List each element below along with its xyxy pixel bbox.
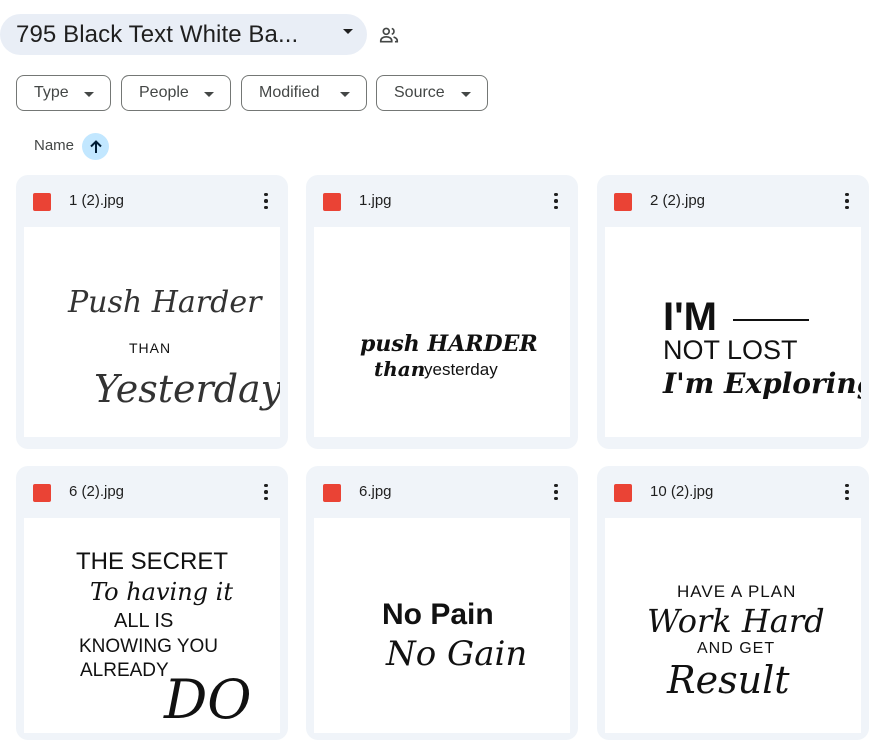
file-thumbnail: I'M NOT LOST I'm Exploring — [605, 227, 861, 437]
thumb-text: I'M — [663, 295, 717, 339]
filter-source[interactable]: Source — [376, 75, 488, 111]
card-header: 2 (2).jpg — [597, 175, 869, 227]
file-thumbnail: THE SECRET To having it ALL IS KNOWING Y… — [24, 518, 280, 733]
filter-type-label: Type — [34, 84, 69, 101]
file-card[interactable]: 1 (2).jpg Push Harder THAN Yesterday — [16, 175, 288, 449]
filter-source-label: Source — [394, 84, 445, 101]
file-card[interactable]: 2 (2).jpg I'M NOT LOST I'm Exploring — [597, 175, 869, 449]
image-file-icon — [323, 484, 341, 502]
thumb-text: yesterday — [424, 360, 498, 379]
file-name: 6 (2).jpg — [69, 483, 125, 500]
card-header: 10 (2).jpg — [597, 466, 869, 518]
file-thumbnail: push HARDER than yesterday — [314, 227, 570, 437]
folder-title: 795 Black Text White Ba... — [16, 20, 299, 48]
arrow-up-icon — [89, 139, 102, 153]
chevron-down-icon — [343, 29, 353, 34]
image-file-icon — [33, 484, 51, 502]
file-thumbnail: No Pain No Gain — [314, 518, 570, 733]
more-options-icon[interactable] — [837, 190, 857, 212]
file-thumbnail: HAVE A PLAN Work Hard AND GET Result — [605, 518, 861, 733]
thumb-text: No Pain — [382, 598, 494, 631]
more-options-icon[interactable] — [546, 481, 566, 503]
filter-modified-label: Modified — [259, 84, 320, 101]
thumb-text: DO — [164, 668, 252, 731]
thumb-text: AND GET — [697, 640, 776, 657]
more-options-icon[interactable] — [256, 190, 276, 212]
thumb-text: ALL IS — [114, 610, 174, 632]
file-thumbnail: Push Harder THAN Yesterday — [24, 227, 280, 437]
file-name: 1.jpg — [359, 192, 392, 209]
filter-modified[interactable]: Modified — [241, 75, 367, 111]
image-file-icon — [614, 484, 632, 502]
card-header: 6.jpg — [306, 466, 578, 518]
thumb-text: THAN — [129, 340, 172, 356]
file-card[interactable]: 6 (2).jpg THE SECRET To having it ALL IS… — [16, 466, 288, 740]
file-name: 10 (2).jpg — [650, 483, 714, 500]
chevron-down-icon — [204, 92, 214, 97]
thumb-text: KNOWING YOU — [79, 636, 218, 657]
card-header: 1.jpg — [306, 175, 578, 227]
thumb-text: To having it — [90, 578, 233, 606]
filter-type[interactable]: Type — [16, 75, 111, 111]
image-file-icon — [33, 193, 51, 211]
sort-by-name-label[interactable]: Name — [34, 137, 74, 154]
thumb-text: No Gain — [386, 634, 528, 674]
more-options-icon[interactable] — [546, 190, 566, 212]
folder-title-chip[interactable]: 795 Black Text White Ba... — [0, 14, 367, 55]
file-name: 2 (2).jpg — [650, 192, 706, 209]
chevron-down-icon — [340, 92, 350, 97]
thumb-text: THE SECRET — [76, 548, 229, 575]
thumb-text: Push Harder — [68, 285, 262, 320]
chevron-down-icon — [84, 92, 94, 97]
file-card[interactable]: 10 (2).jpg HAVE A PLAN Work Hard AND GET… — [597, 466, 869, 740]
image-file-icon — [614, 193, 632, 211]
thumb-text: I'm Exploring — [663, 367, 861, 400]
thumb-text: ALREADY — [80, 660, 169, 681]
card-header: 6 (2).jpg — [16, 466, 288, 518]
filter-people[interactable]: People — [121, 75, 231, 111]
thumb-text: Work Hard — [647, 602, 825, 640]
more-options-icon[interactable] — [256, 481, 276, 503]
image-file-icon — [323, 193, 341, 211]
file-card[interactable]: 6.jpg No Pain No Gain — [306, 466, 578, 740]
thumb-text: Result — [667, 658, 790, 702]
chevron-down-icon — [461, 92, 471, 97]
file-name: 1 (2).jpg — [69, 192, 125, 209]
thumb-text: Yesterday — [94, 367, 280, 411]
thumb-text: NOT LOST — [663, 335, 798, 365]
thumb-text: push HARDER — [360, 331, 538, 357]
more-options-icon[interactable] — [837, 481, 857, 503]
file-name: 6.jpg — [359, 483, 392, 500]
thumb-text: HAVE A PLAN — [677, 582, 797, 601]
divider-line — [733, 319, 809, 321]
card-header: 1 (2).jpg — [16, 175, 288, 227]
shared-people-icon[interactable] — [378, 24, 400, 46]
filter-people-label: People — [139, 84, 189, 101]
thumb-text: than — [374, 357, 426, 381]
file-card[interactable]: 1.jpg push HARDER than yesterday — [306, 175, 578, 449]
sort-direction-button[interactable] — [82, 133, 109, 160]
